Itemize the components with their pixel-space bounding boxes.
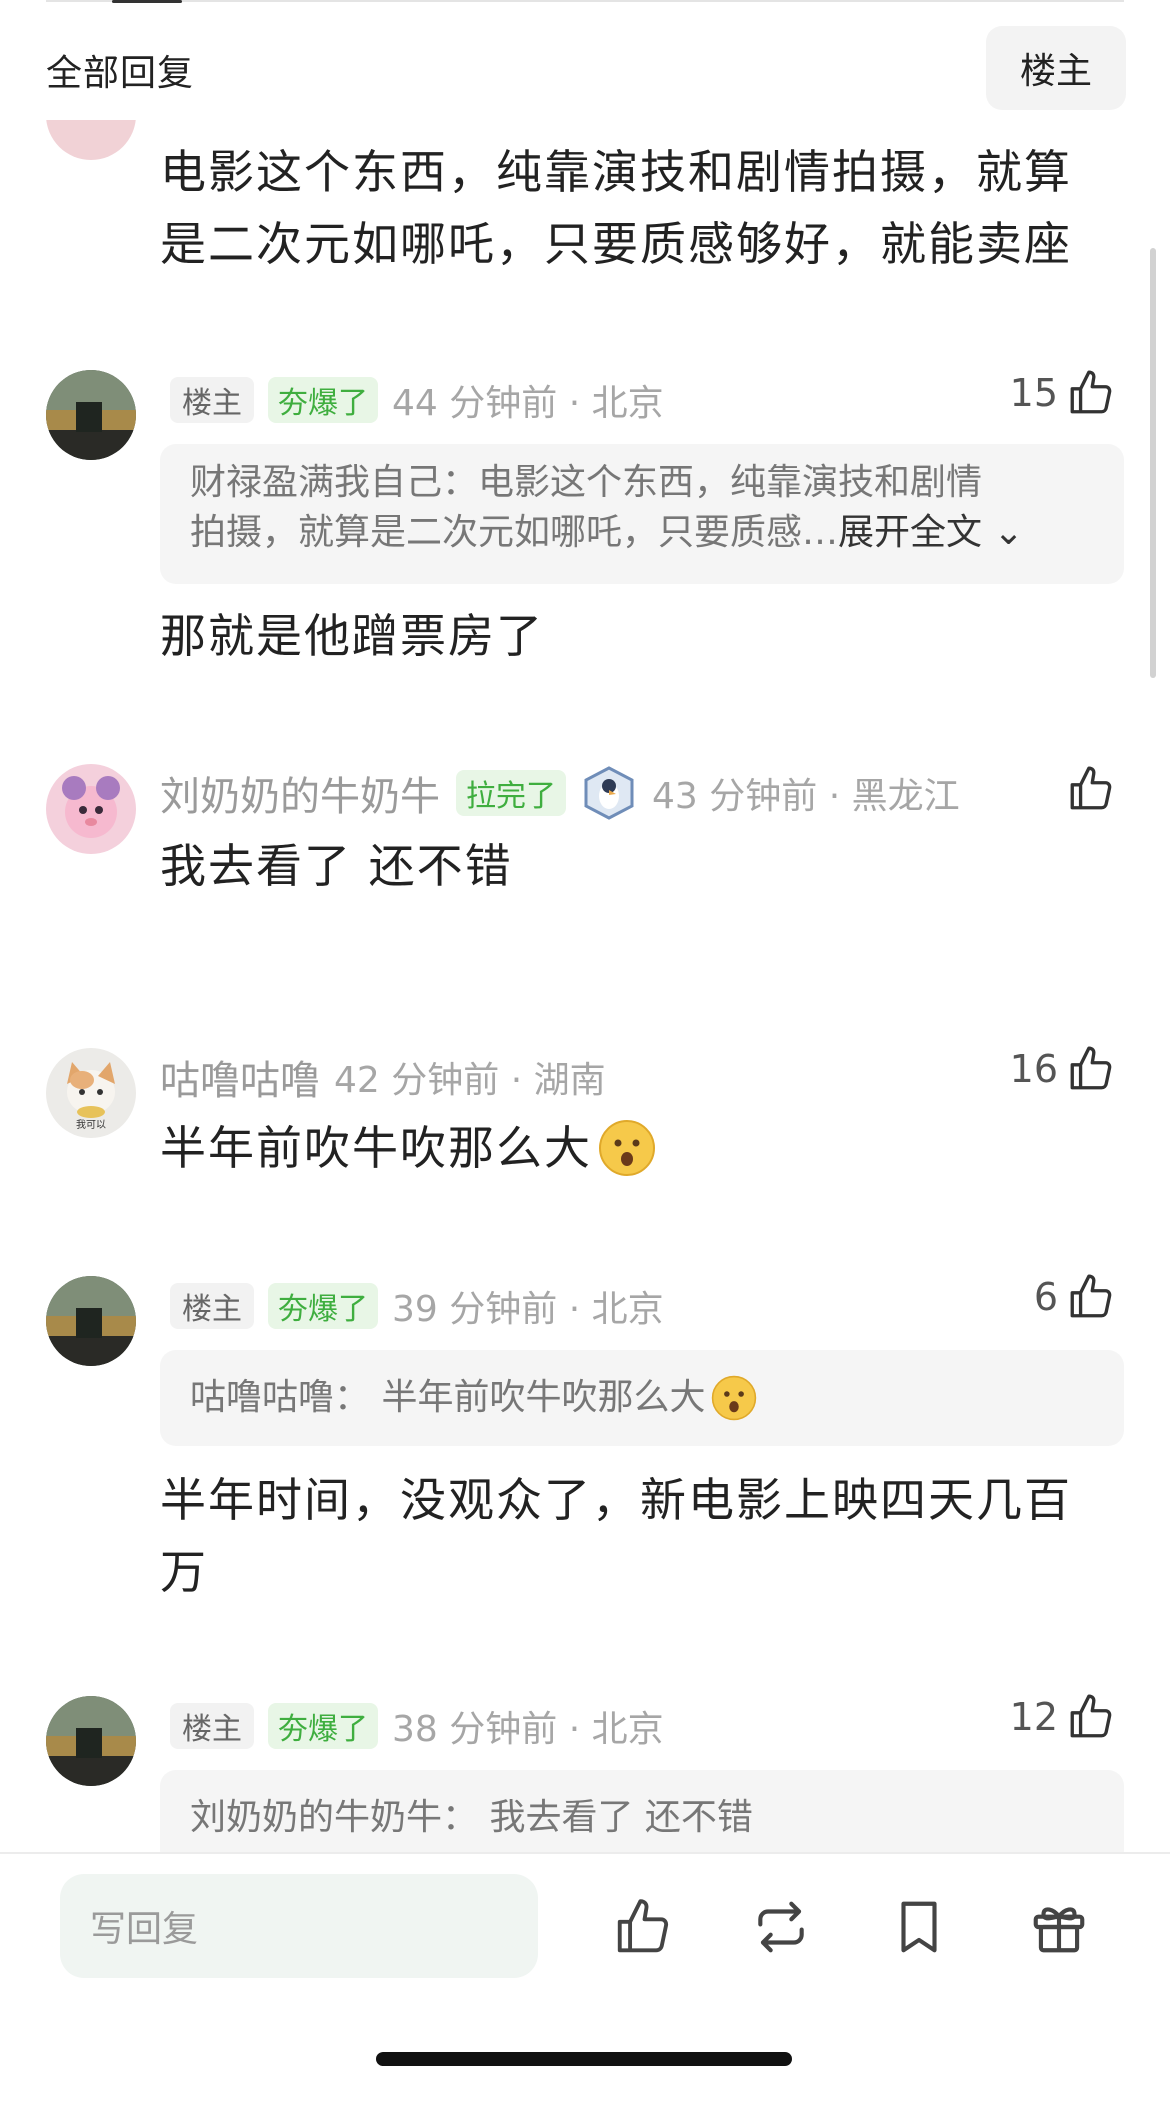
quote-line: 刘奶奶的牛奶牛： 我去看了 还不错 [190, 1797, 753, 1838]
like-count: 15 [1009, 371, 1058, 415]
surprised-emoji-icon [711, 1375, 757, 1421]
comment-meta: 42 分钟前 · 湖南 [334, 1060, 606, 1101]
like-count: 12 [1009, 1695, 1058, 1739]
like-count: 6 [1033, 1275, 1058, 1319]
quoted-reply[interactable]: 财禄盈满我自己：电影这个东西，纯靠演技和剧情 拍摄，就算是二次元如哪吒，只要质感… [160, 444, 1124, 584]
thumb-up-icon [1070, 1046, 1112, 1090]
thumb-up-icon [1070, 370, 1112, 414]
comment-header: 楼主 夯爆了 38 分钟前 · 北京 [170, 1700, 664, 1752]
avatar[interactable] [46, 1276, 136, 1366]
comment-meta: 39 分钟前 · 北京 [392, 1289, 664, 1330]
poster-only-button[interactable]: 楼主 [986, 26, 1126, 110]
scrollbar[interactable] [1150, 248, 1156, 678]
comment-header: 咕噜咕噜 42 分钟前 · 湖南 [160, 1048, 606, 1106]
badge-icon [582, 766, 636, 820]
thumb-up-icon [1070, 766, 1112, 810]
reply-input[interactable]: 写回复 [60, 1874, 538, 1978]
username[interactable]: 咕噜咕噜 [160, 1048, 320, 1106]
home-indicator[interactable] [376, 2052, 792, 2066]
comment-header: 楼主 夯爆了 39 分钟前 · 北京 [170, 1280, 664, 1332]
comment-meta: 43 分钟前 · 黑龙江 [652, 776, 960, 817]
quote-line: 财禄盈满我自己：电影这个东西，纯靠演技和剧情 [190, 462, 983, 503]
bookmark-icon[interactable] [888, 1896, 950, 1958]
thumb-up-icon[interactable] [612, 1896, 674, 1958]
username[interactable]: 刘奶奶的牛奶牛 [160, 764, 440, 822]
comment-text: 半年前吹牛吹那么大 [160, 1112, 656, 1184]
gift-icon[interactable] [1028, 1896, 1090, 1958]
expand-full-text[interactable]: 展开全文 ⌄ [838, 512, 1024, 553]
comment-text-line: 是二次元如哪吒，只要质感够好，就能卖座 [160, 217, 1072, 271]
repost-icon[interactable] [750, 1896, 812, 1958]
comment-header: 刘奶奶的牛奶牛 拉完了 43 分钟前 · 黑龙江 [160, 764, 960, 822]
comment-text-line: 电影这个东西，纯靠演技和剧情拍摄，就算 [160, 145, 1072, 199]
chevron-down-icon: ⌄ [993, 512, 1024, 553]
surprised-emoji-icon [598, 1119, 656, 1177]
thumb-up-icon [1070, 1694, 1112, 1738]
thumb-up-icon [1070, 1274, 1112, 1318]
like-button[interactable]: 6 [1034, 1272, 1116, 1322]
like-button[interactable] [1058, 764, 1116, 814]
comment-text: 电影这个东西，纯靠演技和剧情拍摄，就算 是二次元如哪吒，只要质感够好，就能卖座 [160, 136, 1072, 280]
comment-text-line: 半年时间，没观众了，新电影上映四天几百 [160, 1473, 1072, 1527]
comment-header: 楼主 夯爆了 44 分钟前 · 北京 [170, 374, 664, 426]
like-button[interactable]: 16 [1010, 1044, 1116, 1094]
avatar[interactable] [46, 1696, 136, 1786]
like-button[interactable]: 12 [1010, 1692, 1116, 1742]
poster-tag: 楼主 [170, 1283, 254, 1329]
like-button[interactable]: 15 [1010, 368, 1116, 418]
poster-tag: 楼主 [170, 1703, 254, 1749]
avatar[interactable] [46, 370, 136, 460]
all-replies-title: 全部回复 [46, 53, 195, 94]
comment-text: 那就是他蹭票房了 [160, 609, 544, 663]
top-divider [46, 0, 1124, 2]
rating-tag: 夯爆了 [268, 377, 378, 423]
comment-text: 我去看了 还不错 [160, 839, 513, 893]
avatar[interactable] [46, 764, 136, 854]
comment-text-line: 万 [160, 1545, 208, 1599]
rating-tag: 夯爆了 [268, 1703, 378, 1749]
comment-meta: 44 分钟前 · 北京 [392, 383, 664, 424]
poster-tag: 楼主 [170, 377, 254, 423]
rating-tag: 夯爆了 [268, 1283, 378, 1329]
quote-line: 拍摄，就算是二次元如哪吒，只要质感… [190, 512, 839, 553]
reply-placeholder: 写回复 [90, 1909, 199, 1950]
svg-text:我可以: 我可以 [76, 1119, 106, 1131]
like-count: 16 [1009, 1047, 1058, 1091]
quoted-reply[interactable]: 咕噜咕噜： 半年前吹牛吹那么大 [160, 1350, 1124, 1446]
avatar[interactable]: 我可以 [46, 1048, 136, 1138]
rating-tag: 拉完了 [456, 770, 566, 816]
comment-meta: 38 分钟前 · 北京 [392, 1709, 664, 1750]
comment-text: 半年时间，没观众了，新电影上映四天几百 万 [160, 1464, 1072, 1608]
comment-text-content: 半年前吹牛吹那么大 [160, 1121, 592, 1175]
quote-line: 咕噜咕噜： 半年前吹牛吹那么大 [190, 1377, 706, 1418]
top-edge-marker [112, 0, 182, 3]
